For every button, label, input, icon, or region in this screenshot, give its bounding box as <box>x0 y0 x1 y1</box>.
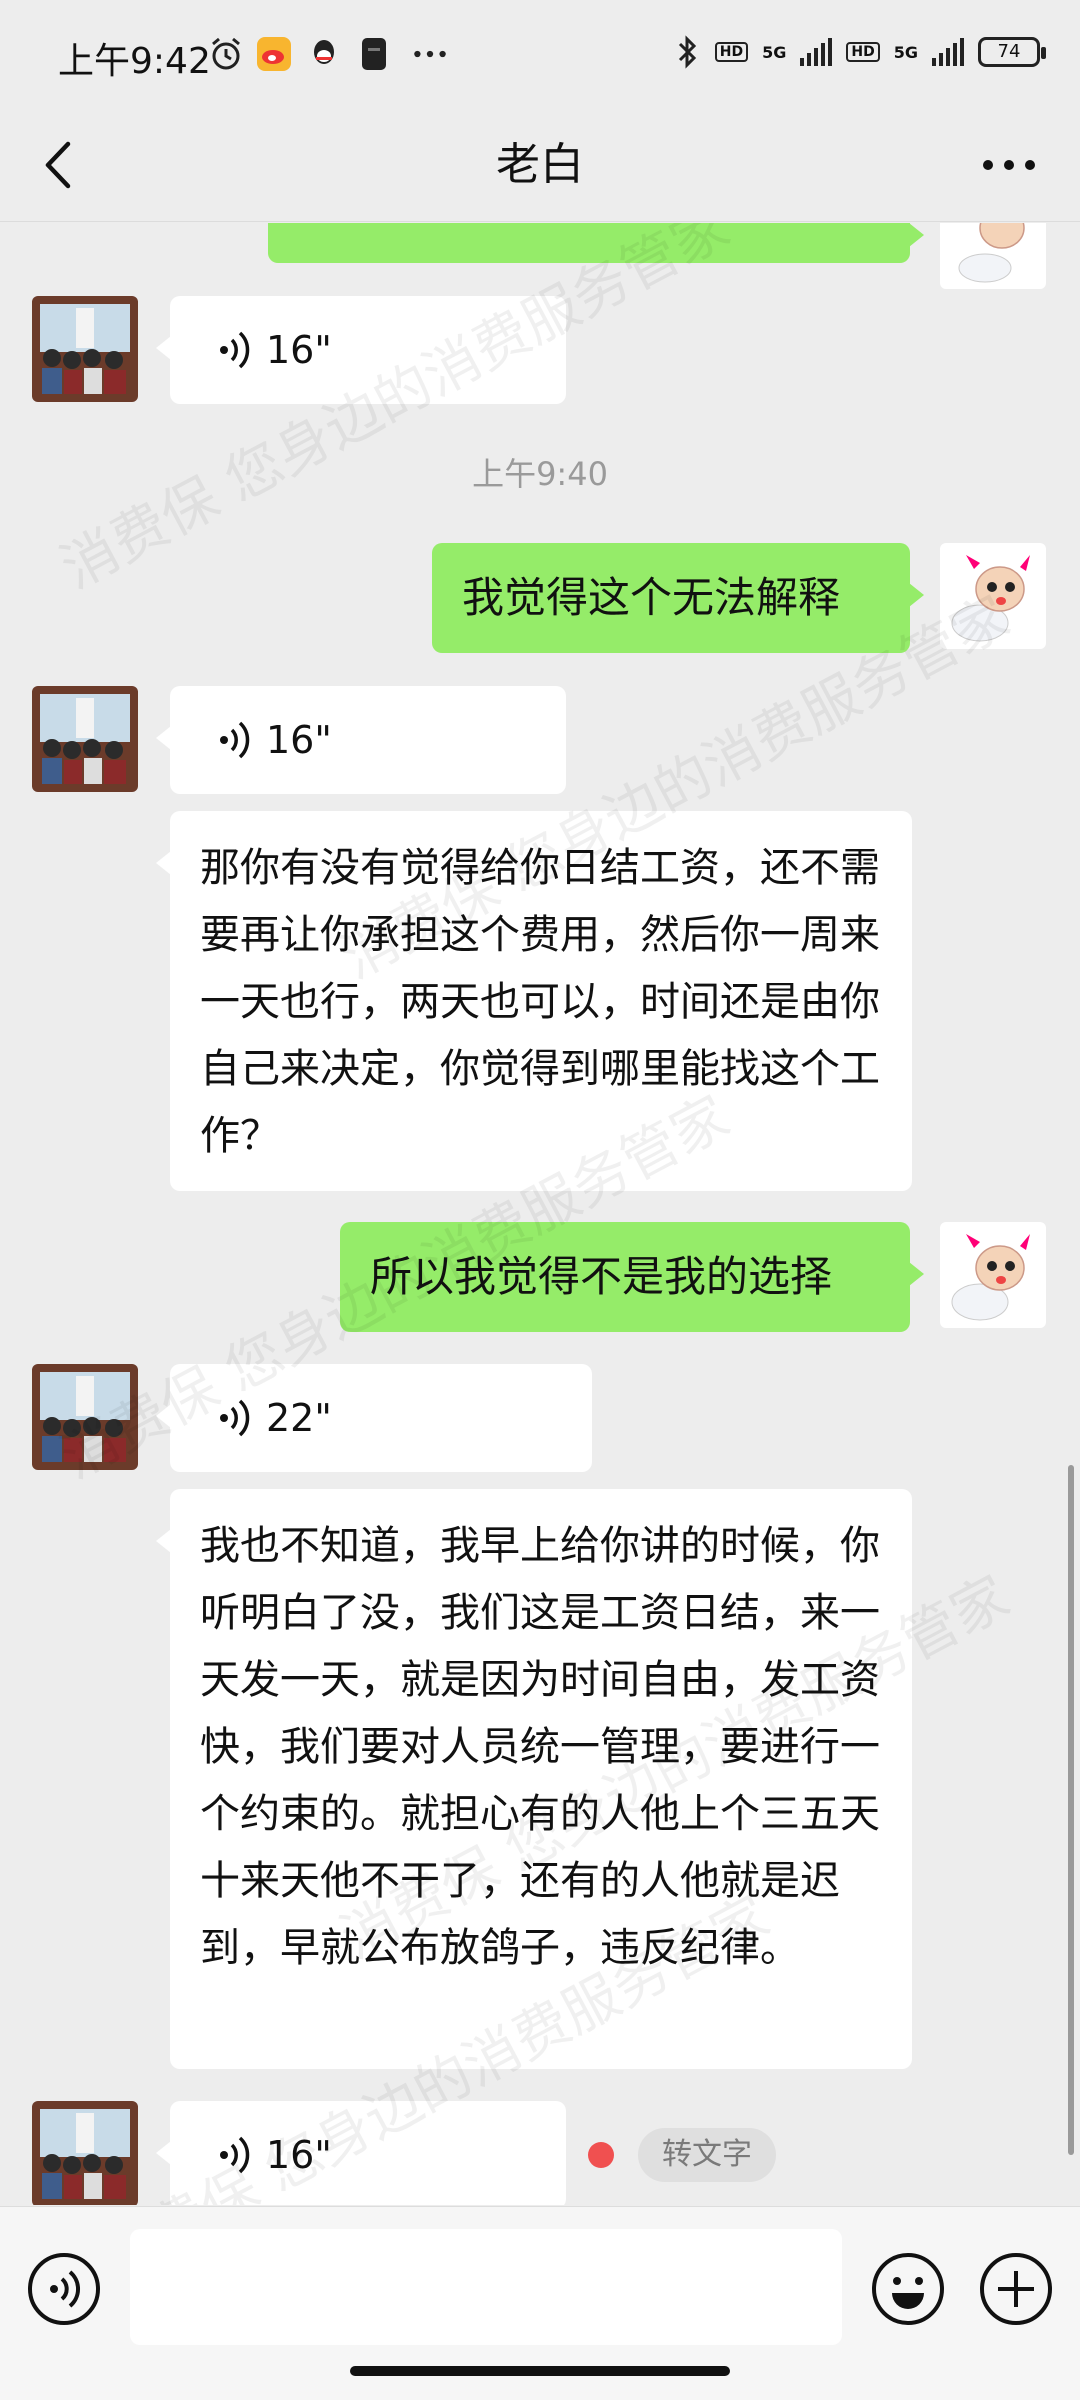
voice-duration: 22" <box>266 1395 332 1440</box>
contact-avatar[interactable] <box>32 2101 138 2205</box>
chevron-left-icon[interactable] <box>26 130 96 200</box>
network-label: 5G <box>893 42 918 62</box>
voice-wave-icon <box>220 331 250 369</box>
voice-message[interactable]: 22" <box>156 1364 592 1472</box>
emoji-icon[interactable] <box>870 2251 946 2327</box>
status-right: HD 5G HD 5G 74 <box>675 34 1046 70</box>
signal-icon <box>932 38 964 66</box>
more-dots-icon <box>414 50 446 58</box>
weibo-icon <box>257 37 291 71</box>
my-avatar[interactable] <box>940 543 1046 649</box>
message-bubble-incoming[interactable]: 我也不知道，我早上给你讲的时候，你听明白了没，我们这是工资日结，来一天发一天，就… <box>156 1489 912 2069</box>
signal-icon <box>800 38 833 66</box>
my-avatar[interactable] <box>940 223 1046 289</box>
voice-wave-icon <box>220 1399 250 1437</box>
qq-icon <box>314 40 334 64</box>
status-bar: 上午9:42 HD 5G HD 5G 74 <box>0 0 1080 110</box>
contact-avatar[interactable] <box>32 1364 138 1470</box>
plus-icon[interactable] <box>978 2251 1054 2327</box>
app-icon <box>362 38 386 70</box>
battery-icon: 74 <box>978 37 1046 67</box>
voice-duration: 16" <box>266 2132 332 2177</box>
message-input[interactable] <box>130 2229 842 2345</box>
status-time: 上午9:42 <box>58 41 211 82</box>
bluetooth-icon <box>678 35 696 69</box>
transcribe-button[interactable]: 转文字 <box>638 2128 776 2182</box>
hd-badge: HD <box>846 42 880 62</box>
voice-duration: 16" <box>266 717 332 762</box>
chat-title: 老白 <box>496 139 584 190</box>
voice-message[interactable]: 16" <box>156 296 566 404</box>
alarm-icon <box>212 37 240 70</box>
voice-message[interactable]: 16" <box>156 2101 566 2205</box>
voice-duration: 16" <box>266 327 332 372</box>
voice-wave-icon <box>220 721 250 759</box>
message-list[interactable]: 16" 上午9:40 我觉得这个无法解释 16" 那你有没有觉得给你日结工资，还… <box>0 223 1080 2205</box>
message-bubble-outgoing-partial[interactable] <box>268 223 924 263</box>
message-bubble-incoming[interactable]: 那你有没有觉得给你日结工资，还不需要再让你承担这个费用，然后你一周来一天也行，两… <box>156 811 912 1191</box>
voice-message[interactable]: 16" <box>156 686 566 794</box>
home-indicator[interactable] <box>350 2366 730 2376</box>
voice-mode-icon[interactable] <box>26 2251 102 2327</box>
my-avatar[interactable] <box>940 1222 1046 1328</box>
voice-wave-icon <box>220 2136 250 2174</box>
message-bubble-outgoing[interactable]: 所以我觉得不是我的选择 <box>340 1222 924 1332</box>
message-bubble-outgoing[interactable]: 我觉得这个无法解释 <box>432 543 924 653</box>
network-label: 5G <box>762 42 787 62</box>
chat-scrollbar[interactable] <box>1068 1465 1074 2155</box>
more-dots-icon[interactable] <box>974 130 1044 200</box>
contact-avatar[interactable] <box>32 686 138 792</box>
unread-dot <box>588 2142 614 2168</box>
contact-avatar[interactable] <box>32 296 138 402</box>
hd-badge: HD <box>714 42 749 62</box>
message-timestamp: 上午9:40 <box>472 455 608 493</box>
chat-header: 老白 <box>0 110 1080 222</box>
